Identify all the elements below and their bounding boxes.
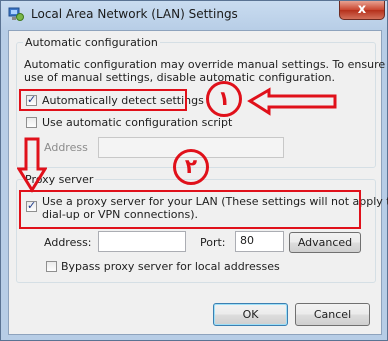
highlight-auto-detect bbox=[19, 89, 187, 111]
script-address-label: Address bbox=[44, 141, 88, 154]
auto-config-description-line1: Automatic configuration may override man… bbox=[24, 58, 388, 71]
use-script-checkbox[interactable] bbox=[26, 117, 37, 128]
title-bar: Local Area Network (LAN) Settings x bbox=[1, 1, 387, 27]
proxy-port-label: Port: bbox=[200, 236, 226, 249]
window-title: Local Area Network (LAN) Settings bbox=[31, 7, 238, 21]
proxy-address-input[interactable] bbox=[98, 231, 186, 252]
advanced-button[interactable]: Advanced bbox=[289, 232, 361, 253]
close-button[interactable]: x bbox=[339, 1, 385, 20]
highlight-use-proxy bbox=[19, 190, 361, 229]
network-settings-icon bbox=[8, 7, 24, 21]
annotation-marker-1: ١ bbox=[206, 81, 242, 117]
auto-config-description-line2: use of manual settings, disable automati… bbox=[24, 71, 336, 84]
cancel-button[interactable]: Cancel bbox=[295, 303, 370, 326]
close-icon: x bbox=[357, 2, 367, 17]
arrow-left-icon bbox=[247, 87, 337, 116]
use-script-label[interactable]: Use automatic configuration script bbox=[42, 116, 232, 129]
lan-settings-window: Local Area Network (LAN) Settings x Auto… bbox=[0, 0, 388, 341]
proxy-address-label: Address: bbox=[44, 236, 92, 249]
bypass-local-checkbox[interactable] bbox=[46, 261, 57, 272]
proxy-port-input[interactable]: 80 bbox=[235, 231, 284, 252]
arrow-down-icon bbox=[17, 137, 47, 193]
bypass-local-label[interactable]: Bypass proxy server for local addresses bbox=[61, 260, 280, 273]
ok-button[interactable]: OK bbox=[213, 303, 288, 326]
auto-config-group-title: Automatic configuration bbox=[23, 36, 160, 49]
annotation-marker-2: ٢ bbox=[173, 149, 209, 185]
